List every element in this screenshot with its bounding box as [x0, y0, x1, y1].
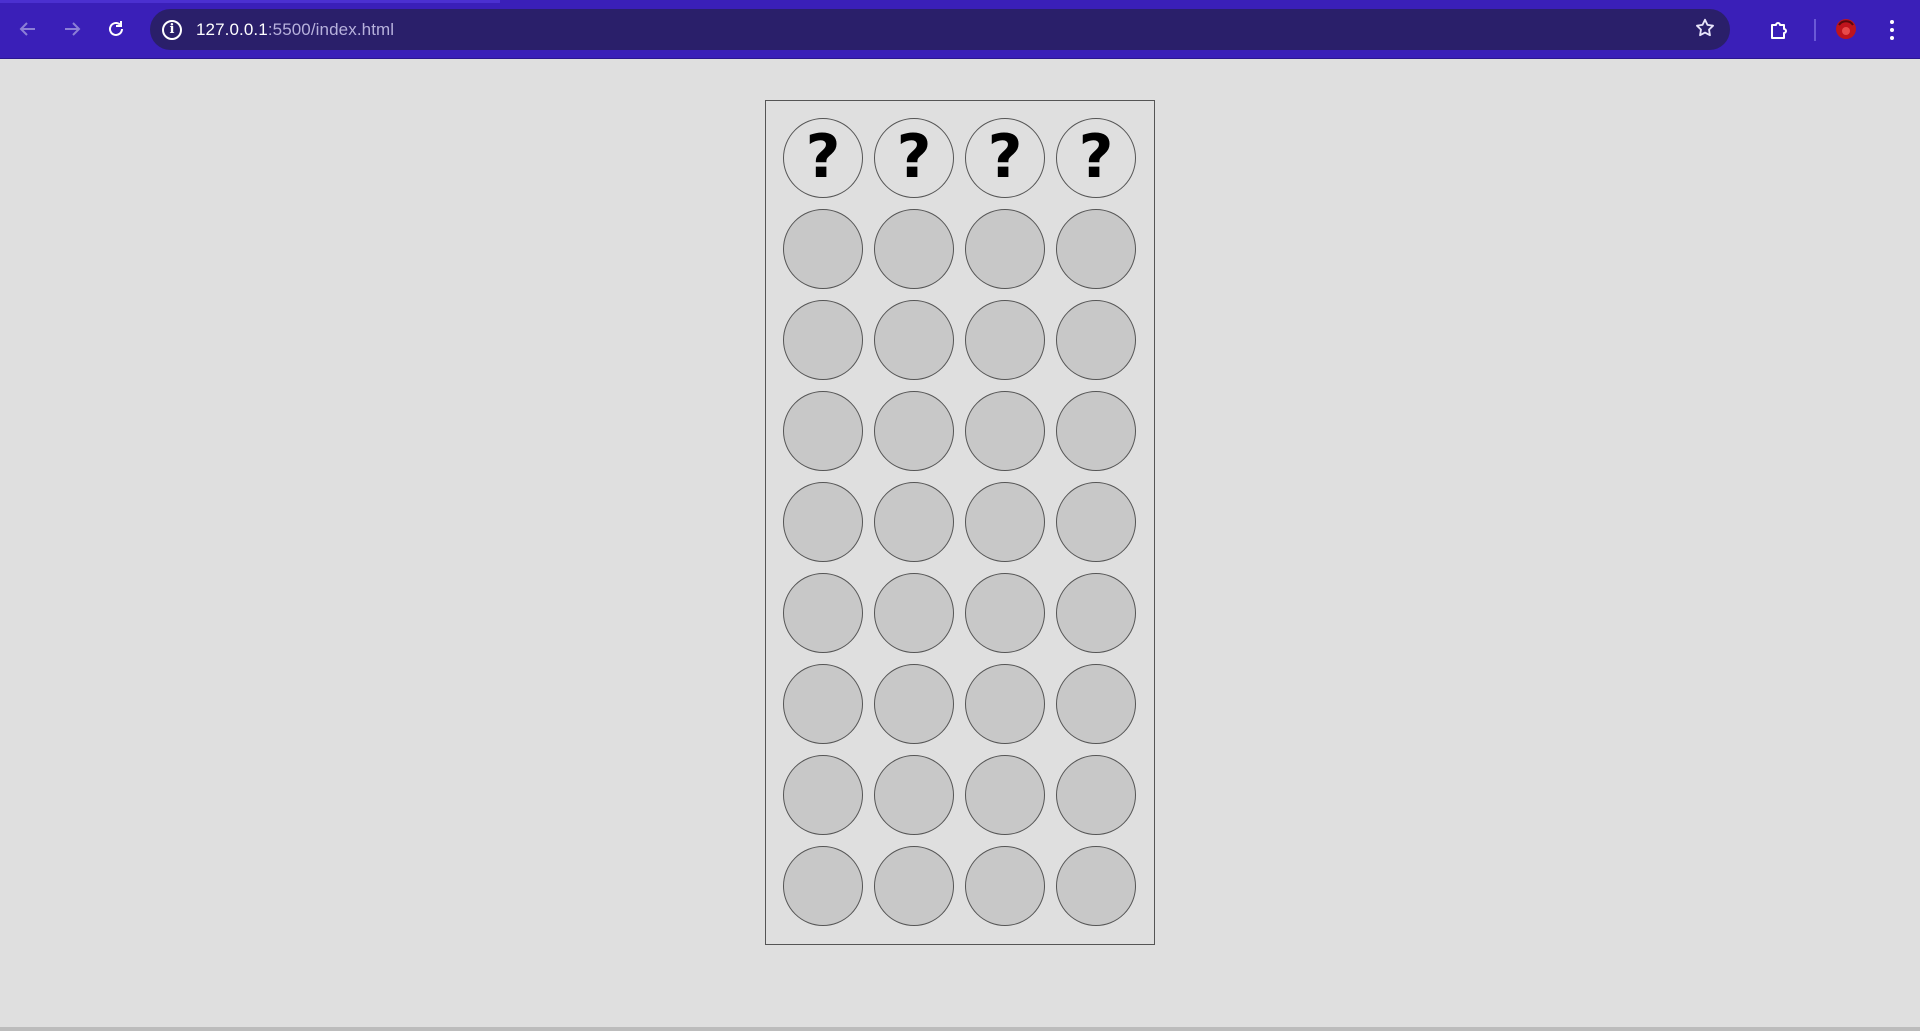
- active-tab-accent: [0, 0, 500, 3]
- profile-icon[interactable]: [1830, 13, 1862, 45]
- secret-peg: ?: [965, 118, 1045, 198]
- question-mark: ?: [987, 122, 1023, 192]
- guess-peg-slot[interactable]: [1056, 755, 1136, 835]
- arrow-right-icon: [65, 22, 81, 36]
- guess-peg-slot[interactable]: [783, 300, 863, 380]
- guess-peg-slot[interactable]: [783, 573, 863, 653]
- puzzle-icon[interactable]: [1762, 12, 1798, 48]
- secret-peg: ?: [783, 118, 863, 198]
- guess-peg-slot[interactable]: [874, 664, 954, 744]
- guess-peg-slot[interactable]: [874, 482, 954, 562]
- toolbar-divider: [1814, 19, 1816, 41]
- window-bottom-edge: [0, 1027, 1920, 1031]
- guess-peg-slot[interactable]: [965, 573, 1045, 653]
- guess-peg-slot[interactable]: [1056, 664, 1136, 744]
- guess-peg-slot[interactable]: [874, 846, 954, 926]
- secret-peg: ?: [874, 118, 954, 198]
- guess-peg-slot[interactable]: [1056, 846, 1136, 926]
- guess-peg-slot[interactable]: [1056, 209, 1136, 289]
- guess-peg-slot[interactable]: [965, 755, 1045, 835]
- guess-peg-slot[interactable]: [965, 209, 1045, 289]
- question-mark: ?: [805, 122, 841, 192]
- guess-peg-slot[interactable]: [783, 391, 863, 471]
- game-board: ????: [765, 100, 1155, 945]
- guess-peg-slot[interactable]: [1056, 391, 1136, 471]
- guess-peg-slot[interactable]: [783, 755, 863, 835]
- guess-peg-slot[interactable]: [783, 482, 863, 562]
- reload-icon: [109, 21, 123, 36]
- star-icon[interactable]: [1694, 17, 1716, 45]
- guess-peg-slot[interactable]: [965, 846, 1045, 926]
- guess-peg-slot[interactable]: [874, 391, 954, 471]
- guess-peg-slot[interactable]: [874, 755, 954, 835]
- arrow-left-icon: [19, 22, 35, 36]
- kebab-menu-icon[interactable]: [1880, 12, 1904, 48]
- secret-peg: ?: [1056, 118, 1136, 198]
- guess-peg-slot[interactable]: [874, 300, 954, 380]
- guess-peg-slot[interactable]: [1056, 482, 1136, 562]
- guess-peg-slot[interactable]: [783, 209, 863, 289]
- question-mark: ?: [1078, 122, 1114, 192]
- url-text[interactable]: 127.0.0.1:5500/index.html: [196, 20, 394, 40]
- guess-peg-slot[interactable]: [965, 482, 1045, 562]
- address-bar[interactable]: i 127.0.0.1:5500/index.html: [150, 9, 1730, 50]
- guess-peg-slot[interactable]: [783, 846, 863, 926]
- guess-peg-slot[interactable]: [965, 300, 1045, 380]
- guess-peg-slot[interactable]: [874, 209, 954, 289]
- info-icon[interactable]: i: [162, 19, 182, 40]
- reload-button[interactable]: [94, 7, 138, 51]
- url-path: :5500/index.html: [267, 19, 395, 39]
- back-button[interactable]: [6, 7, 50, 51]
- guess-peg-slot[interactable]: [1056, 573, 1136, 653]
- url-host: 127.0.0.1: [196, 19, 268, 39]
- guess-peg-slot[interactable]: [965, 391, 1045, 471]
- guess-peg-slot[interactable]: [965, 664, 1045, 744]
- guess-peg-slot[interactable]: [783, 664, 863, 744]
- forward-button[interactable]: [50, 7, 94, 51]
- guess-peg-slot[interactable]: [874, 573, 954, 653]
- question-mark: ?: [896, 122, 932, 192]
- guess-peg-slot[interactable]: [1056, 300, 1136, 380]
- browser-toolbar: i 127.0.0.1:5500/index.html: [0, 0, 1920, 59]
